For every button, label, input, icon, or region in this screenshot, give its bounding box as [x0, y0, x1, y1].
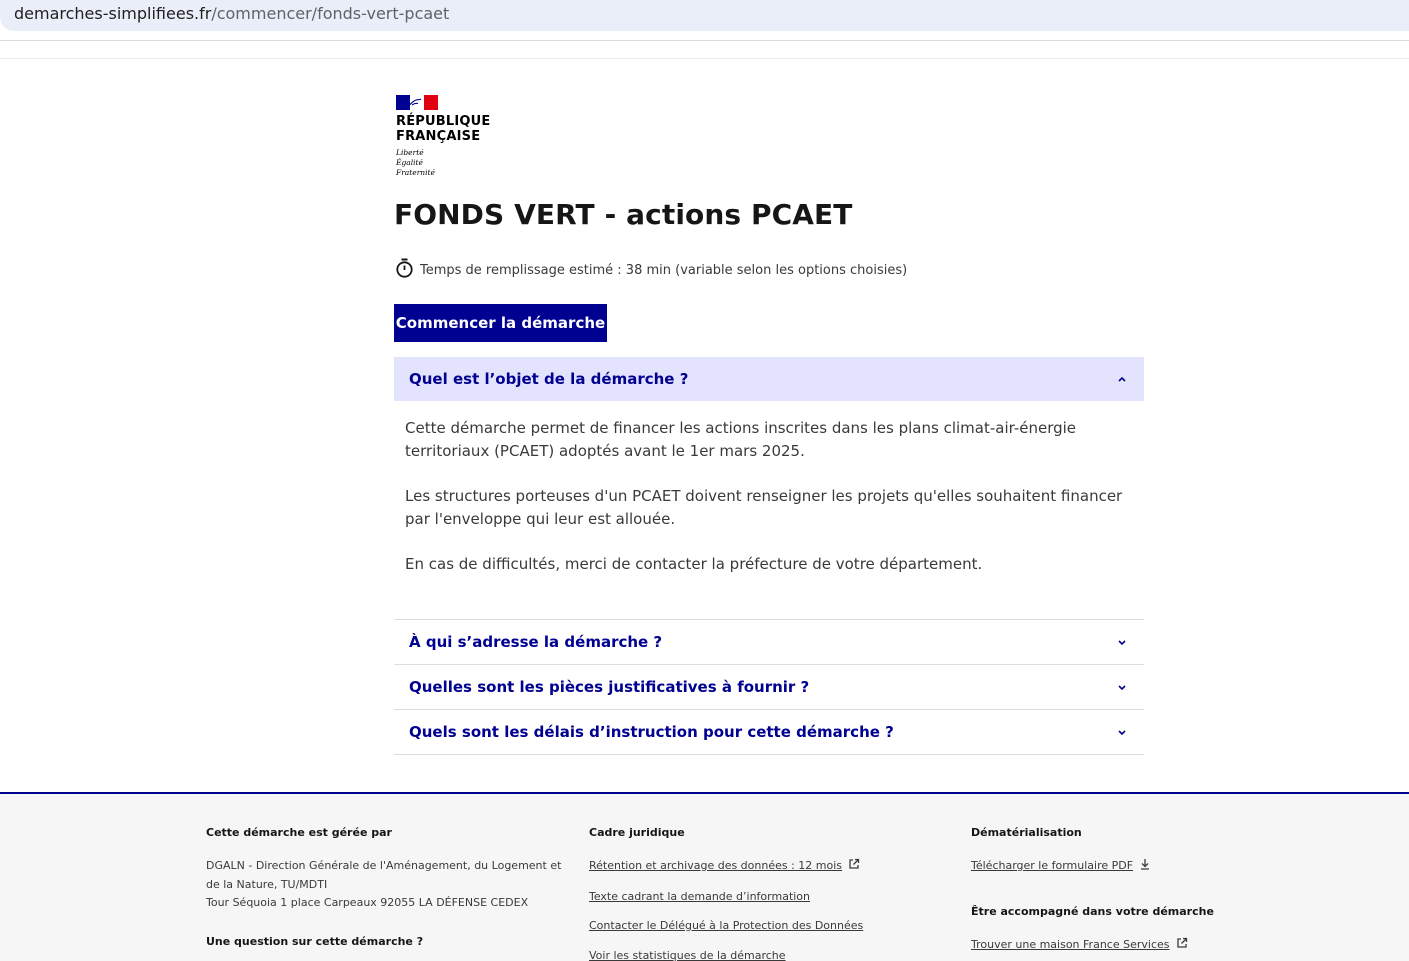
chevron-up-icon [1116, 373, 1128, 385]
chevron-down-icon [1116, 681, 1128, 693]
procedure-footer: Cette démarche est gérée par DGALN - Dir… [0, 792, 1409, 961]
accordion-objet-toggle[interactable]: Quel est l’objet de la démarche ? [394, 357, 1144, 401]
accordion-pieces: Quelles sont les pièces justificatives à… [394, 664, 1144, 709]
logo-line-1: RÉPUBLIQUE [396, 114, 491, 129]
url-text[interactable]: demarches-simplifiees.fr/commencer/fonds… [14, 4, 449, 23]
external-link-icon [848, 858, 860, 875]
france-services-link[interactable]: Trouver une maison France Services [971, 936, 1214, 954]
download-pdf-link[interactable]: Télécharger le formulaire PDF [971, 857, 1214, 875]
legal-text-link[interactable]: Texte cadrant la demande d’information [589, 888, 863, 905]
accordion-delais: Quels sont les délais d’instruction pour… [394, 709, 1144, 755]
objet-paragraph-3: En cas de difficultés, merci de contacte… [405, 555, 983, 573]
header-divider [0, 58, 1409, 59]
retention-link[interactable]: Rétention et archivage des données : 12 … [589, 857, 863, 875]
managed-address: Tour Séquoia 1 place Carpeaux 92055 LA D… [206, 896, 529, 909]
marianne-flag-icon [396, 95, 438, 110]
statistics-link[interactable]: Voir les statistiques de la démarche [589, 947, 863, 961]
url-path: /commencer/fonds-vert-pcaet [211, 4, 450, 23]
motto-fraternite: Fraternité [396, 168, 435, 177]
external-link-icon [1176, 937, 1188, 954]
objet-paragraph-1: Cette démarche permet de financer les ac… [405, 419, 1077, 460]
accordion-delais-toggle[interactable]: Quels sont les délais d’instruction pour… [394, 710, 1144, 754]
accordion-objet: Quel est l’objet de la démarche ? Cette … [394, 357, 1144, 598]
chevron-down-icon [1116, 726, 1128, 738]
download-pdf-link-text: Télécharger le formulaire PDF [971, 859, 1134, 872]
accordion-delais-label: Quels sont les délais d’instruction pour… [409, 723, 894, 741]
france-services-link-text: Trouver une maison France Services [971, 938, 1170, 951]
accordion-public-toggle[interactable]: À qui s’adresse la démarche ? [394, 620, 1144, 664]
accordion-public-label: À qui s’adresse la démarche ? [409, 633, 663, 651]
retention-link-text: Rétention et archivage des données : 12 … [589, 859, 843, 872]
page-title: FONDS VERT - actions PCAET [394, 198, 853, 231]
stopwatch-icon [395, 258, 414, 282]
url-domain: demarches-simplifiees.fr [14, 4, 212, 23]
accordion-objet-label: Quel est l’objet de la démarche ? [409, 370, 689, 388]
browser-divider [0, 40, 1409, 41]
legal-heading: Cadre juridique [589, 826, 685, 839]
motto-liberte: Liberté [396, 148, 424, 157]
logo-line-2: FRANÇAISE [396, 129, 481, 144]
accordion-objet-content: Cette démarche permet de financer les ac… [394, 401, 1144, 576]
accordion-pieces-toggle[interactable]: Quelles sont les pièces justificatives à… [394, 665, 1144, 709]
fill-time-estimate: Temps de remplissage estimé : 38 min (va… [395, 258, 907, 282]
motto-egalite: Égalité [396, 158, 423, 167]
footer-col-managed: Cette démarche est gérée par DGALN - Dir… [206, 826, 566, 961]
start-procedure-button[interactable]: Commencer la démarche [394, 304, 607, 342]
objet-paragraph-2: Les structures porteuses d'un PCAET doiv… [405, 487, 1123, 528]
footer-col-legal: Cadre juridique Rétention et archivage d… [589, 826, 863, 961]
question-heading: Une question sur cette démarche ? [206, 934, 424, 948]
accordion-public: À qui s’adresse la démarche ? [394, 619, 1144, 664]
help-heading: Être accompagné dans votre démarche [971, 905, 1214, 918]
managed-organisation: DGALN - Direction Générale de l'Aménagem… [206, 859, 562, 891]
download-icon [1139, 858, 1151, 875]
dematerialisation-heading: Dématérialisation [971, 826, 1082, 839]
accordion-pieces-label: Quelles sont les pièces justificatives à… [409, 678, 810, 696]
dpo-contact-link[interactable]: Contacter le Délégué à la Protection des… [589, 917, 863, 934]
browser-address-bar[interactable]: demarches-simplifiees.fr/commencer/fonds… [0, 0, 1409, 31]
managed-heading: Cette démarche est gérée par [206, 826, 392, 839]
estimate-text: Temps de remplissage estimé : 38 min (va… [420, 262, 908, 278]
footer-col-dematerialisation: Dématérialisation Télécharger le formula… [971, 826, 1214, 961]
republique-francaise-logo[interactable]: RÉPUBLIQUE FRANÇAISE Liberté Égalité Fra… [396, 95, 506, 178]
chevron-down-icon [1116, 636, 1128, 648]
